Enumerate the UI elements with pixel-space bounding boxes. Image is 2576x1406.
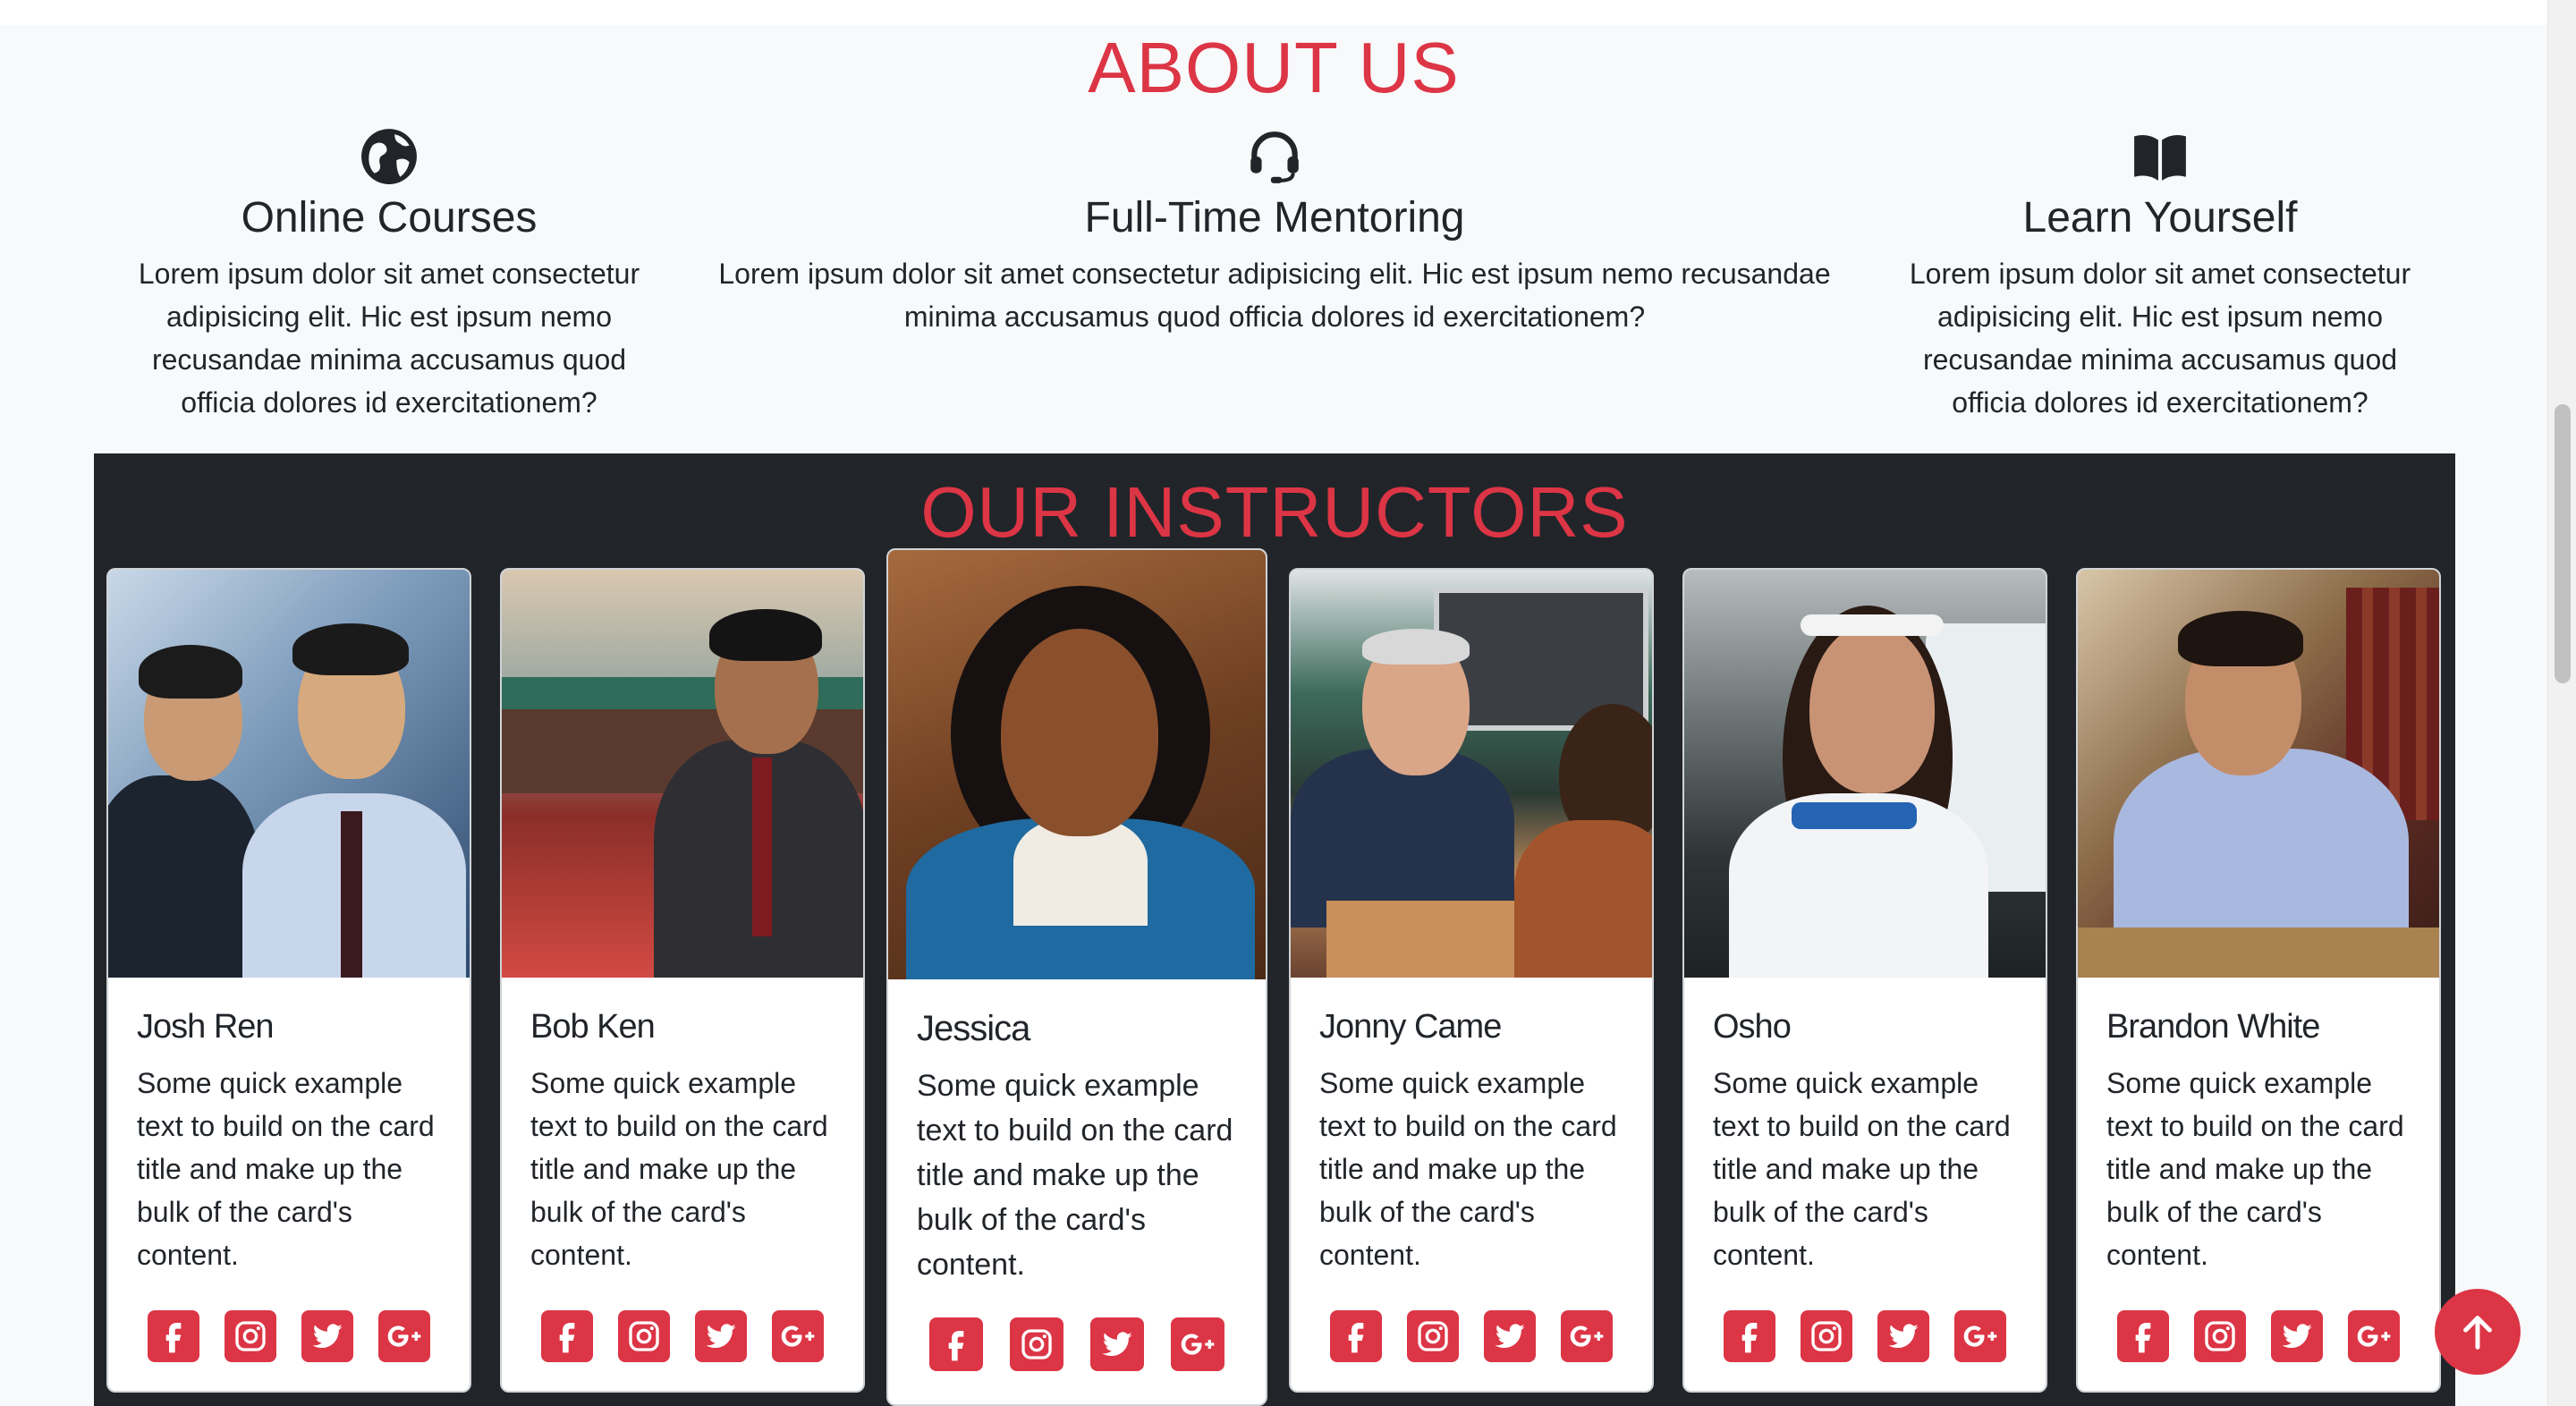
page-scrollbar[interactable] (2547, 0, 2576, 1406)
instructors-section: OUR INSTRUCTORS Josh Ren Some quick exam… (94, 453, 2455, 1406)
instructor-name: Jessica (917, 1009, 1030, 1048)
social-links (1319, 1310, 1623, 1362)
facebook-icon[interactable] (1330, 1310, 1382, 1362)
social-links (917, 1317, 1237, 1371)
instructor-bio: Some quick example text to build on the … (917, 1069, 1233, 1282)
social-links (137, 1310, 441, 1362)
instructor-name: Brandon White (2106, 1008, 2320, 1046)
feature-title: Online Courses (241, 194, 538, 241)
book-open-icon (1887, 125, 2433, 188)
facebook-icon[interactable] (541, 1310, 593, 1362)
instructor-name: Bob Ken (530, 1008, 656, 1046)
globe-icon (116, 125, 662, 188)
feature-title: Learn Yourself (2022, 194, 2298, 241)
facebook-icon[interactable] (148, 1310, 199, 1362)
instagram-icon[interactable] (1801, 1310, 1852, 1362)
instructor-card: Brandon White Some quick example text to… (2076, 568, 2441, 1393)
instagram-icon[interactable] (618, 1310, 670, 1362)
instructor-photo (2078, 570, 2439, 978)
feature-learn-yourself: Learn Yourself Lorem ipsum dolor sit ame… (1887, 125, 2433, 424)
google-plus-icon[interactable] (1954, 1310, 2006, 1362)
instructor-card: Jonny Came Some quick example text to bu… (1289, 568, 1654, 1393)
instructor-bio: Some quick example text to build on the … (530, 1067, 828, 1271)
headset-icon (689, 125, 1860, 188)
instructor-card: Osho Some quick example text to build on… (1682, 568, 2047, 1393)
google-plus-icon[interactable] (772, 1310, 824, 1362)
twitter-icon[interactable] (1877, 1310, 1929, 1362)
instructor-bio: Some quick example text to build on the … (1319, 1067, 1617, 1271)
instructor-name: Josh Ren (137, 1008, 275, 1046)
back-to-top-button[interactable] (2435, 1289, 2521, 1375)
feature-full-time-mentoring: Full-Time Mentoring Lorem ipsum dolor si… (689, 125, 1860, 338)
feature-text: Lorem ipsum dolor sit amet consectetur a… (718, 258, 1831, 333)
instructor-card: Jessica Some quick example text to build… (886, 548, 1267, 1406)
facebook-icon[interactable] (1724, 1310, 1775, 1362)
instructor-photo (1291, 570, 1652, 978)
twitter-icon[interactable] (301, 1310, 353, 1362)
instructor-card: Bob Ken Some quick example text to build… (500, 568, 865, 1393)
instructor-bio: Some quick example text to build on the … (1713, 1067, 2011, 1271)
arrow-up-icon (2463, 1316, 2492, 1350)
instructor-name: Jonny Came (1319, 1008, 1502, 1046)
instructor-photo (502, 570, 863, 978)
scrollbar-thumb[interactable] (2555, 404, 2571, 683)
social-links (1713, 1310, 2017, 1362)
instructor-photo (888, 550, 1266, 979)
instructor-card: Josh Ren Some quick example text to buil… (106, 568, 471, 1393)
google-plus-icon[interactable] (2348, 1310, 2400, 1362)
instructor-bio: Some quick example text to build on the … (2106, 1067, 2404, 1271)
instructor-bio: Some quick example text to build on the … (137, 1067, 435, 1271)
instagram-icon[interactable] (1407, 1310, 1459, 1362)
feature-text: Lorem ipsum dolor sit amet consectetur a… (1909, 258, 2411, 419)
google-plus-icon[interactable] (378, 1310, 430, 1362)
feature-text: Lorem ipsum dolor sit amet consectetur a… (138, 258, 640, 419)
instagram-icon[interactable] (2194, 1310, 2246, 1362)
twitter-icon[interactable] (1090, 1317, 1144, 1371)
about-title: ABOUT US (1088, 28, 1460, 107)
facebook-icon[interactable] (2117, 1310, 2169, 1362)
top-strip (0, 0, 2547, 25)
twitter-icon[interactable] (2271, 1310, 2323, 1362)
instructor-photo (1684, 570, 2046, 978)
instagram-icon[interactable] (1010, 1317, 1063, 1371)
twitter-icon[interactable] (695, 1310, 747, 1362)
social-links (2106, 1310, 2411, 1362)
instagram-icon[interactable] (225, 1310, 276, 1362)
feature-title: Full-Time Mentoring (1084, 194, 1465, 241)
instructors-title: OUR INSTRUCTORS (920, 472, 1629, 552)
instructor-name: Osho (1713, 1008, 1792, 1046)
google-plus-icon[interactable] (1171, 1317, 1224, 1371)
instructor-photo (108, 570, 470, 978)
twitter-icon[interactable] (1484, 1310, 1536, 1362)
social-links (530, 1310, 835, 1362)
google-plus-icon[interactable] (1561, 1310, 1613, 1362)
feature-online-courses: Online Courses Lorem ipsum dolor sit ame… (116, 125, 662, 424)
facebook-icon[interactable] (929, 1317, 983, 1371)
